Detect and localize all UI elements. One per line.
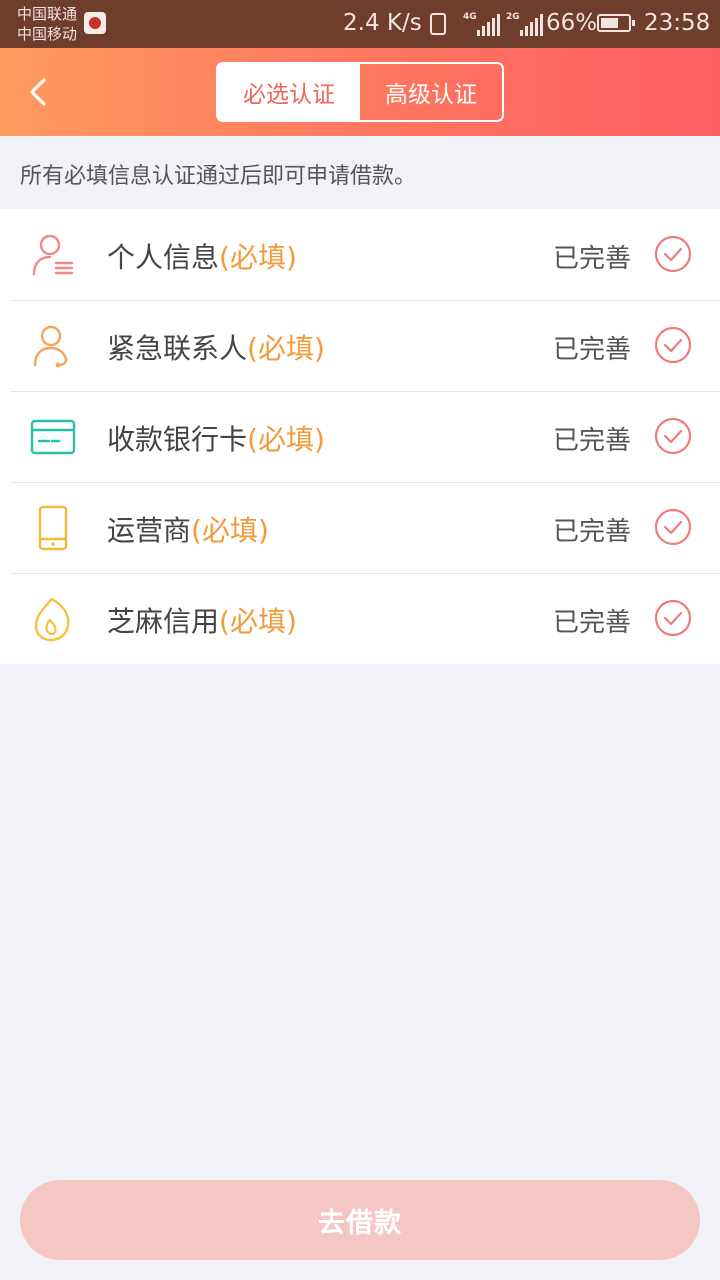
status-bar: 中国联通 中国移动 2.4 K/s 4G 2G 66% 23:58 (0, 0, 720, 48)
verification-list: 个人信息(必填) 已完善 紧急联系人(必填) 已完善 收款银行卡(必填) 已完善… (0, 209, 720, 664)
item-status: 已完善 (553, 517, 632, 547)
contact-icon (28, 323, 78, 369)
carrier-names: 中国联通 中国移动 (17, 4, 77, 44)
battery-percent: 66% (546, 10, 598, 36)
list-item-personal-info[interactable]: 个人信息(必填) 已完善 (0, 209, 720, 300)
item-status: 已完善 (553, 608, 632, 638)
apply-loan-button[interactable]: 去借款 (20, 1180, 700, 1260)
item-title: 芝麻信用 (107, 605, 220, 638)
sesame-icon (28, 596, 78, 642)
item-status: 已完善 (553, 244, 632, 274)
list-item-bank-card[interactable]: 收款银行卡(必填) 已完善 (0, 391, 720, 482)
signal-icon-2: 2G (506, 12, 546, 36)
required-tag: (必填) (191, 514, 269, 547)
check-circle-icon (654, 508, 692, 546)
signal-2-label: 2G (506, 12, 520, 22)
chevron-left-icon (30, 78, 46, 106)
tab-required-auth[interactable]: 必选认证 (218, 64, 360, 120)
phone-icon (28, 505, 78, 551)
list-item-carrier[interactable]: 运营商(必填) 已完善 (0, 482, 720, 573)
carrier-2: 中国移动 (17, 25, 78, 43)
signal-icon-1: 4G (463, 12, 503, 36)
required-tag: (必填) (247, 423, 325, 456)
check-circle-icon (654, 417, 692, 455)
carrier-1: 中国联通 (17, 5, 78, 23)
network-speed: 2.4 K/s (343, 10, 422, 36)
back-button[interactable] (22, 74, 58, 110)
required-tag: (必填) (219, 241, 297, 274)
required-tag: (必填) (219, 605, 297, 638)
check-circle-icon (654, 235, 692, 273)
screen: 中国联通 中国移动 2.4 K/s 4G 2G 66% 23:58 必选认证 高… (0, 0, 720, 1280)
auth-tabs: 必选认证 高级认证 (216, 62, 504, 122)
item-status: 已完善 (553, 426, 632, 456)
app-header: 必选认证 高级认证 (0, 48, 720, 136)
item-status: 已完善 (553, 335, 632, 365)
battery-icon (597, 14, 635, 32)
list-item-emergency-contact[interactable]: 紧急联系人(必填) 已完善 (0, 300, 720, 391)
list-item-sesame-credit[interactable]: 芝麻信用(必填) 已完善 (0, 573, 720, 664)
check-circle-icon (654, 326, 692, 364)
clock: 23:58 (644, 10, 711, 36)
item-title: 运营商 (107, 514, 192, 547)
notice-text: 所有必填信息认证通过后即可申请借款。 (20, 164, 417, 189)
bank-card-icon (28, 414, 78, 460)
tab-advanced-auth[interactable]: 高级认证 (360, 64, 502, 120)
person-icon (28, 232, 78, 278)
item-title: 紧急联系人 (107, 332, 248, 365)
item-title: 收款银行卡 (107, 423, 248, 456)
check-circle-icon (654, 599, 692, 637)
required-tag: (必填) (247, 332, 325, 365)
vibrate-icon (430, 13, 446, 35)
item-title: 个人信息 (107, 241, 220, 274)
signal-1-label: 4G (463, 12, 477, 22)
app-notification-icon (84, 12, 106, 34)
